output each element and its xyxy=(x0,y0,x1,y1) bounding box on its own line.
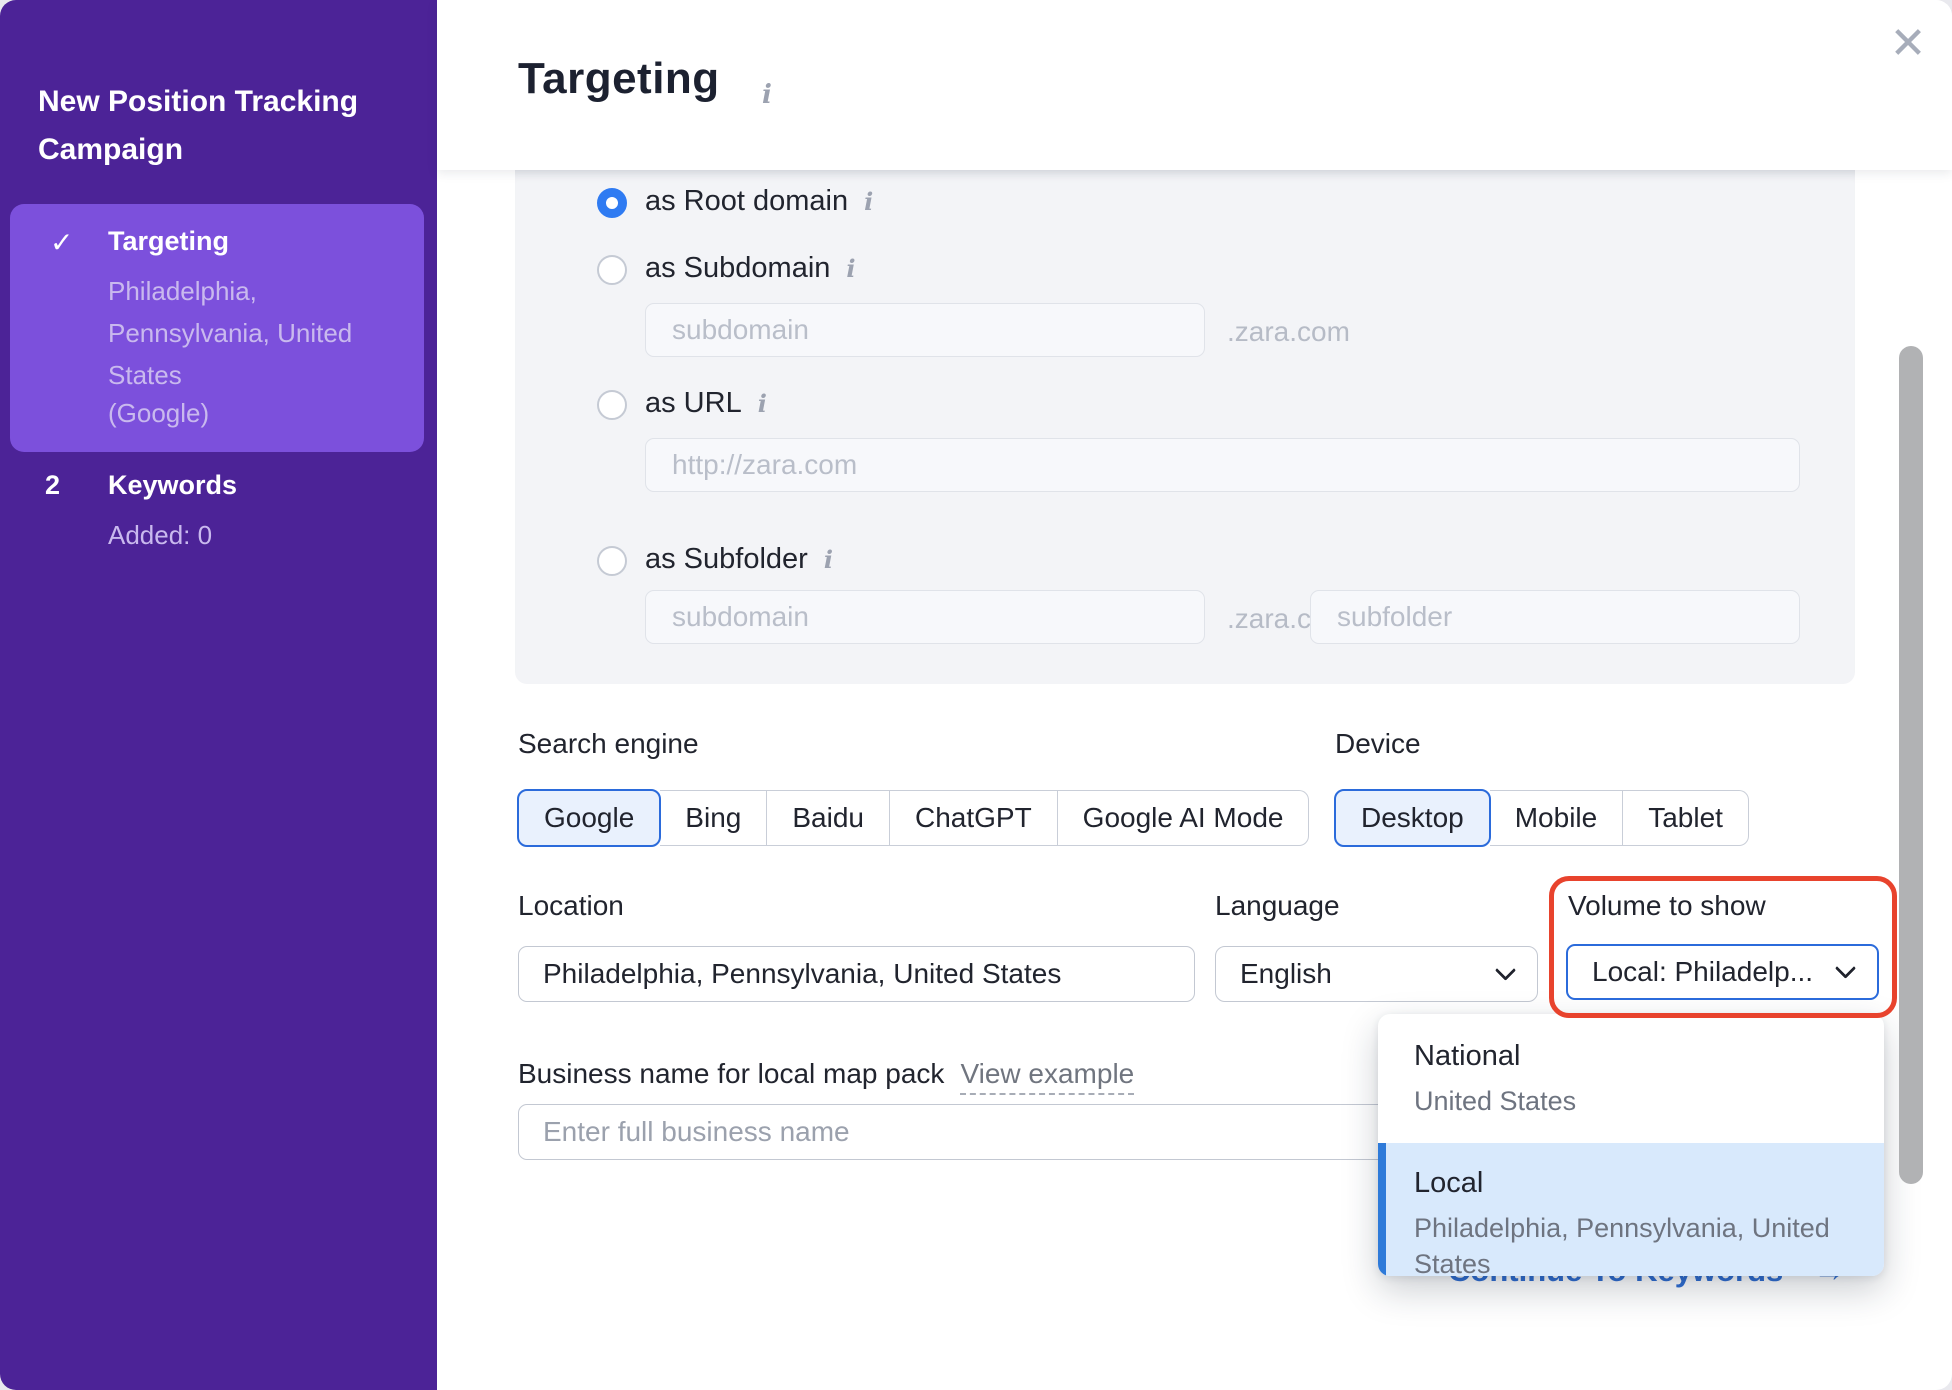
info-icon[interactable]: i xyxy=(762,80,772,110)
business-name-label: Business name for local map pack xyxy=(518,1058,944,1090)
step-keywords-label: Keywords xyxy=(108,470,237,501)
location-label: Location xyxy=(518,890,624,922)
step-keywords-added-count: Added: 0 xyxy=(108,520,212,551)
subdomain-input[interactable] xyxy=(645,303,1205,357)
vertical-scrollbar-thumb[interactable] xyxy=(1899,346,1923,1184)
volume-option-title: Local xyxy=(1414,1167,1854,1200)
volume-option-subtitle: United States xyxy=(1414,1083,1864,1119)
device-label: Device xyxy=(1335,728,1421,760)
radio-url[interactable] xyxy=(597,390,627,420)
radio-subdomain[interactable] xyxy=(597,255,627,285)
url-label: as URLi xyxy=(645,387,767,420)
info-icon[interactable]: i xyxy=(864,187,873,216)
volume-option-national[interactable]: National United States xyxy=(1378,1014,1884,1143)
domain-scope-panel: as Root domaini as Subdomaini .zara.com … xyxy=(515,170,1855,684)
view-example-link[interactable]: View example xyxy=(960,1058,1134,1095)
new-position-tracking-modal: New Position Tracking Campaign ✓ Targeti… xyxy=(0,0,1952,1390)
search-engine-label: Search engine xyxy=(518,728,699,760)
location-input[interactable] xyxy=(518,946,1195,1002)
device-option-desktop[interactable]: Desktop xyxy=(1334,789,1491,847)
chevron-down-icon xyxy=(1835,957,1856,978)
subdomain-suffix: .zara.com xyxy=(1227,316,1350,348)
language-select-value: English xyxy=(1240,958,1332,990)
wizard-sidebar: New Position Tracking Campaign ✓ Targeti… xyxy=(0,0,437,1390)
check-icon: ✓ xyxy=(50,226,73,259)
page-title: Targeting xyxy=(518,54,720,104)
business-name-row: Business name for local map pack View ex… xyxy=(518,1058,1134,1095)
info-icon[interactable]: i xyxy=(846,254,855,283)
url-input[interactable] xyxy=(645,438,1800,492)
step-keywords-number: 2 xyxy=(45,470,60,501)
root-domain-label: as Root domaini xyxy=(645,185,873,218)
search-engine-segmented-control: Google Bing Baidu ChatGPT Google AI Mode xyxy=(518,790,1309,846)
language-select[interactable]: English xyxy=(1215,946,1538,1002)
info-icon[interactable]: i xyxy=(758,389,767,418)
radio-subfolder[interactable] xyxy=(597,546,627,576)
volume-to-show-select[interactable]: Local: Philadelp... xyxy=(1566,944,1879,1000)
volume-dropdown-menu: National United States Local Philadelphi… xyxy=(1378,1014,1884,1276)
chevron-down-icon xyxy=(1495,959,1516,980)
volume-option-subtitle: Philadelphia, Pennsylvania, United State… xyxy=(1414,1210,1864,1276)
wizard-title: New Position Tracking Campaign xyxy=(38,78,383,174)
subfolder-label: as Subfolderi xyxy=(645,543,833,576)
subdomain-label: as Subdomaini xyxy=(645,252,856,285)
step-targeting-location: Philadelphia, Pennsylvania, United State… xyxy=(108,270,413,396)
step-targeting-label: Targeting xyxy=(108,226,229,257)
step-targeting-engine: (Google) xyxy=(108,398,209,429)
volume-option-local[interactable]: Local Philadelphia, Pennsylvania, United… xyxy=(1378,1143,1884,1276)
radio-root-domain[interactable] xyxy=(597,188,627,218)
language-label: Language xyxy=(1215,890,1340,922)
info-icon[interactable]: i xyxy=(824,545,833,574)
device-option-mobile[interactable]: Mobile xyxy=(1490,790,1623,846)
search-engine-option-google[interactable]: Google xyxy=(517,789,661,847)
volume-select-value: Local: Philadelp... xyxy=(1592,956,1813,988)
volume-option-title: National xyxy=(1414,1040,1854,1073)
search-engine-option-bing[interactable]: Bing xyxy=(660,790,767,846)
close-icon: ✕ xyxy=(1890,22,1927,66)
device-segmented-control: Desktop Mobile Tablet xyxy=(1335,790,1749,846)
subfolder-input[interactable] xyxy=(1310,590,1800,644)
close-button[interactable]: ✕ xyxy=(1878,14,1938,74)
subfolder-subdomain-input[interactable] xyxy=(645,590,1205,644)
device-option-tablet[interactable]: Tablet xyxy=(1623,790,1749,846)
volume-to-show-label: Volume to show xyxy=(1568,890,1766,922)
search-engine-option-google-ai-mode[interactable]: Google AI Mode xyxy=(1058,790,1310,846)
modal-header: Targeting i xyxy=(437,0,1952,170)
search-engine-option-baidu[interactable]: Baidu xyxy=(767,790,890,846)
search-engine-option-chatgpt[interactable]: ChatGPT xyxy=(890,790,1058,846)
sidebar-step-targeting[interactable]: ✓ Targeting Philadelphia, Pennsylvania, … xyxy=(10,204,424,452)
